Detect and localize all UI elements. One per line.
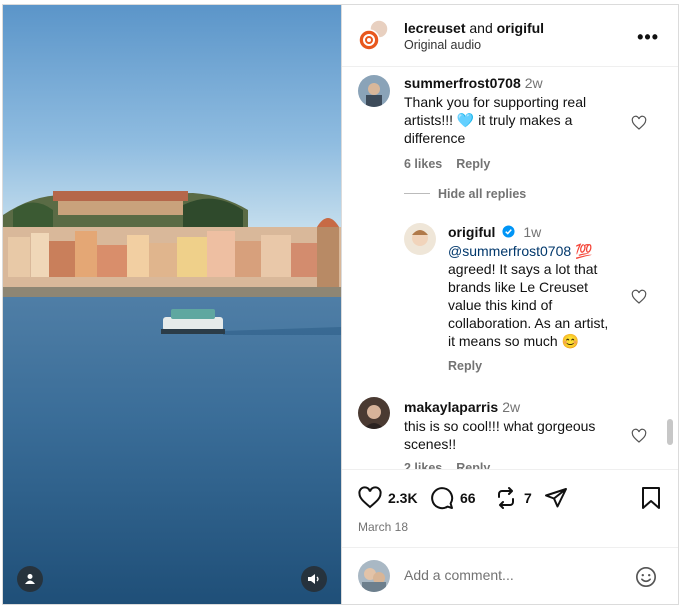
repost-action[interactable]: 7: [494, 486, 532, 510]
author-lecreuset[interactable]: lecreuset: [404, 20, 465, 36]
current-user-avatar: [358, 560, 390, 592]
save-action[interactable]: [640, 486, 668, 510]
comment-username[interactable]: summerfrost0708: [404, 75, 521, 91]
mention-link[interactable]: @summerfrost0708: [448, 243, 571, 259]
audio-label[interactable]: Original audio: [404, 38, 481, 52]
repost-icon: [498, 487, 514, 509]
post-authors: lecreuset and origiful: [404, 20, 544, 36]
reply-time[interactable]: 1w: [523, 224, 541, 240]
comment-header: makaylaparris 2w: [404, 399, 520, 417]
collab-avatar[interactable]: [358, 19, 390, 51]
user-tag-button[interactable]: [17, 566, 43, 592]
comment-time[interactable]: 2w: [502, 399, 520, 415]
comment-likes[interactable]: 2 likes: [404, 461, 442, 469]
comment-time[interactable]: 2w: [525, 75, 543, 91]
audio-icon: [308, 574, 319, 584]
reply-text-line: collaboration. As an artist,: [448, 315, 609, 331]
harbor-scene-image: [3, 5, 341, 604]
post-video[interactable]: [3, 5, 341, 604]
reposts-count[interactable]: 7: [524, 490, 532, 506]
heart-icon[interactable]: [631, 289, 647, 305]
bookmark-icon: [642, 487, 660, 509]
likes-count[interactable]: 2.3K: [388, 490, 418, 506]
reply-button[interactable]: Reply: [448, 359, 482, 373]
post-header: lecreuset and origiful Original audio ••…: [342, 5, 678, 67]
more-icon: •••: [637, 27, 659, 47]
comments-count[interactable]: 66: [460, 490, 476, 506]
verified-icon: [502, 225, 515, 238]
comment-text-line: artists!!! 🩵 it truly makes a: [404, 112, 573, 128]
reply-username[interactable]: origiful: [448, 224, 495, 240]
share-icon: [545, 488, 567, 508]
comment-username[interactable]: makaylaparris: [404, 399, 498, 415]
reply-button[interactable]: Reply: [456, 157, 490, 171]
reply-button[interactable]: Reply: [456, 461, 490, 469]
heart-icon[interactable]: [631, 115, 647, 131]
comments-scrollbar[interactable]: [667, 419, 673, 445]
comment-icon: [431, 487, 454, 510]
comment-text: this is so cool!!! what gorgeous scenes!…: [404, 417, 595, 453]
audio-toggle-button[interactable]: [301, 566, 327, 592]
comment-text-line: difference: [404, 130, 466, 146]
reply-avatar[interactable]: [404, 223, 436, 255]
emoji-icon[interactable]: [635, 566, 657, 588]
commenter-avatar[interactable]: [358, 397, 390, 429]
authors-connector: and: [469, 20, 493, 36]
reply-text-line: value this kind of: [448, 297, 553, 313]
reply-text-line: brands like Le Creuset: [448, 279, 589, 295]
post-actions: 2.3K 66 7 March 18: [342, 469, 678, 547]
heart-icon[interactable]: [631, 428, 647, 444]
reply-emoji: 💯: [575, 243, 593, 259]
comment-text-line: Thank you for supporting real: [404, 94, 587, 110]
reply-text-line: agreed! It says a lot that: [448, 261, 598, 277]
comment-input[interactable]: Add a comment...: [404, 567, 514, 583]
reply-text-line: it means so much 😊: [448, 333, 580, 349]
reply-header: origiful 1w: [448, 224, 541, 242]
post-date[interactable]: March 18: [358, 520, 408, 534]
add-comment-bar: Add a comment...: [342, 547, 678, 604]
heart-icon: [358, 486, 382, 509]
comment-action[interactable]: 66: [430, 486, 476, 510]
comment-likes[interactable]: 6 likes: [404, 157, 442, 171]
reply-meta: Reply: [448, 359, 496, 373]
share-action[interactable]: [544, 486, 574, 510]
hide-replies-button[interactable]: Hide all replies: [438, 187, 526, 201]
comment-header: summerfrost0708 2w: [404, 75, 543, 93]
comment-meta: 6 likes Reply: [404, 157, 504, 171]
comment-text-line: scenes!!: [404, 436, 457, 452]
replies-divider: [404, 193, 430, 194]
reply-text: @summerfrost0708 💯 agreed! It says a lot…: [448, 242, 608, 350]
comment-meta: 2 likes Reply: [404, 461, 504, 469]
post-side-panel: lecreuset and origiful Original audio ••…: [341, 5, 678, 604]
user-tag-icon: [25, 574, 35, 584]
post-dialog: lecreuset and origiful Original audio ••…: [2, 4, 679, 605]
commenter-avatar[interactable]: [358, 75, 390, 107]
more-options-button[interactable]: •••: [637, 27, 659, 48]
author-origiful[interactable]: origiful: [497, 20, 544, 36]
comment-text: Thank you for supporting real artists!!!…: [404, 93, 586, 147]
comments-list[interactable]: summerfrost0708 2w Thank you for supporti…: [342, 67, 678, 469]
like-action[interactable]: 2.3K: [358, 486, 418, 510]
comment-text-line: this is so cool!!! what gorgeous: [404, 418, 596, 434]
